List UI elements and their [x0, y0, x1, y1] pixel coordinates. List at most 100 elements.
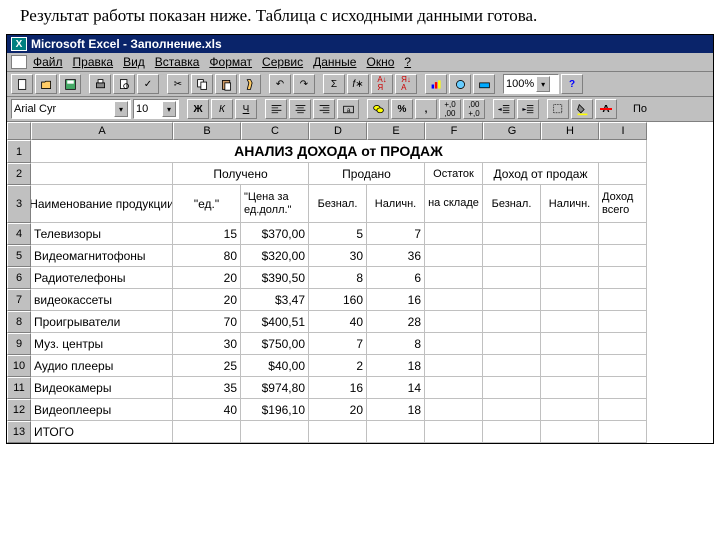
cell[interactable]: Телевизоры: [31, 223, 173, 245]
cell[interactable]: 28: [367, 311, 425, 333]
cell[interactable]: 18: [367, 355, 425, 377]
cut-button[interactable]: ✂: [167, 74, 189, 94]
cell[interactable]: [541, 399, 599, 421]
cell[interactable]: 16: [309, 377, 367, 399]
col-header[interactable]: I: [599, 122, 647, 140]
cell[interactable]: 7: [309, 333, 367, 355]
menu-insert[interactable]: Вставка: [155, 55, 200, 69]
cell[interactable]: 20: [309, 399, 367, 421]
cell[interactable]: [483, 267, 541, 289]
cell[interactable]: 6: [367, 267, 425, 289]
underline-button[interactable]: Ч: [235, 99, 257, 119]
cell[interactable]: 14: [367, 377, 425, 399]
map-button[interactable]: [449, 74, 471, 94]
size-combo[interactable]: 10: [133, 99, 179, 119]
cell[interactable]: 8: [309, 267, 367, 289]
cell[interactable]: [541, 355, 599, 377]
cell[interactable]: [599, 311, 647, 333]
cell[interactable]: [599, 245, 647, 267]
cell[interactable]: [599, 399, 647, 421]
cell[interactable]: [425, 223, 483, 245]
print-button[interactable]: [89, 74, 111, 94]
cell[interactable]: $320,00: [241, 245, 309, 267]
format-painter-button[interactable]: [239, 74, 261, 94]
cell[interactable]: Видеокамеры: [31, 377, 173, 399]
undo-button[interactable]: ↶: [269, 74, 291, 94]
cell[interactable]: 15: [173, 223, 241, 245]
cell[interactable]: $196,10: [241, 399, 309, 421]
copy-button[interactable]: [191, 74, 213, 94]
cell[interactable]: 7: [367, 223, 425, 245]
cell[interactable]: [31, 163, 173, 185]
cell[interactable]: видеокассеты: [31, 289, 173, 311]
cell[interactable]: 30: [173, 333, 241, 355]
cell[interactable]: Доход всего: [599, 185, 647, 223]
row-header[interactable]: 3: [7, 185, 31, 223]
cell[interactable]: [483, 377, 541, 399]
preview-button[interactable]: [113, 74, 135, 94]
dec-indent-button[interactable]: [493, 99, 515, 119]
cell[interactable]: 36: [367, 245, 425, 267]
spell-button[interactable]: ✓: [137, 74, 159, 94]
cell[interactable]: 18: [367, 399, 425, 421]
cell[interactable]: [541, 421, 599, 443]
cell[interactable]: [367, 421, 425, 443]
row-header[interactable]: 5: [7, 245, 31, 267]
cell[interactable]: [425, 333, 483, 355]
col-header[interactable]: G: [483, 122, 541, 140]
cell[interactable]: [483, 421, 541, 443]
row-header[interactable]: 11: [7, 377, 31, 399]
cell[interactable]: [425, 377, 483, 399]
cell[interactable]: [425, 289, 483, 311]
cell-area[interactable]: АНАЛИЗ ДОХОДА от ПРОДАЖ Получено Продано…: [31, 140, 647, 443]
cell[interactable]: [541, 245, 599, 267]
cell[interactable]: [599, 289, 647, 311]
cell[interactable]: ИТОГО: [31, 421, 173, 443]
cell[interactable]: [541, 333, 599, 355]
row-header[interactable]: 9: [7, 333, 31, 355]
cell[interactable]: 30: [309, 245, 367, 267]
cell[interactable]: Проигрыватели: [31, 311, 173, 333]
help-button[interactable]: ?: [561, 74, 583, 94]
menu-view[interactable]: Вид: [123, 55, 145, 69]
row-header[interactable]: 6: [7, 267, 31, 289]
cell[interactable]: [599, 421, 647, 443]
row-header[interactable]: 2: [7, 163, 31, 185]
cell[interactable]: Доход от продаж: [483, 163, 599, 185]
percent-button[interactable]: %: [391, 99, 413, 119]
cell[interactable]: 8: [367, 333, 425, 355]
cell-title[interactable]: АНАЛИЗ ДОХОДА от ПРОДАЖ: [31, 140, 647, 163]
row-header[interactable]: 12: [7, 399, 31, 421]
function-button[interactable]: f∗: [347, 74, 369, 94]
chart-button[interactable]: [425, 74, 447, 94]
font-combo[interactable]: Arial Cyr: [11, 99, 131, 119]
new-button[interactable]: [11, 74, 33, 94]
cell[interactable]: [599, 355, 647, 377]
sort-desc-button[interactable]: Я↓А: [395, 74, 417, 94]
cell[interactable]: 16: [367, 289, 425, 311]
cell[interactable]: [425, 399, 483, 421]
cell[interactable]: [425, 245, 483, 267]
save-button[interactable]: [59, 74, 81, 94]
row-header[interactable]: 4: [7, 223, 31, 245]
cell[interactable]: [425, 355, 483, 377]
cell[interactable]: "ед.": [173, 185, 241, 223]
cell[interactable]: [483, 311, 541, 333]
cell[interactable]: Наличн.: [541, 185, 599, 223]
fill-color-button[interactable]: [571, 99, 593, 119]
cell[interactable]: Видеомагнитофоны: [31, 245, 173, 267]
cell[interactable]: Аудио плееры: [31, 355, 173, 377]
bold-button[interactable]: Ж: [187, 99, 209, 119]
cell[interactable]: 20: [173, 267, 241, 289]
cell[interactable]: [541, 223, 599, 245]
align-right-button[interactable]: [313, 99, 335, 119]
menu-tools[interactable]: Сервис: [262, 55, 303, 69]
cell[interactable]: [425, 421, 483, 443]
autosum-button[interactable]: Σ: [323, 74, 345, 94]
menu-help[interactable]: ?: [404, 55, 411, 69]
cell[interactable]: [599, 223, 647, 245]
cell[interactable]: [483, 333, 541, 355]
cell[interactable]: Остаток: [425, 163, 483, 185]
col-header[interactable]: A: [31, 122, 173, 140]
cell[interactable]: $390,50: [241, 267, 309, 289]
